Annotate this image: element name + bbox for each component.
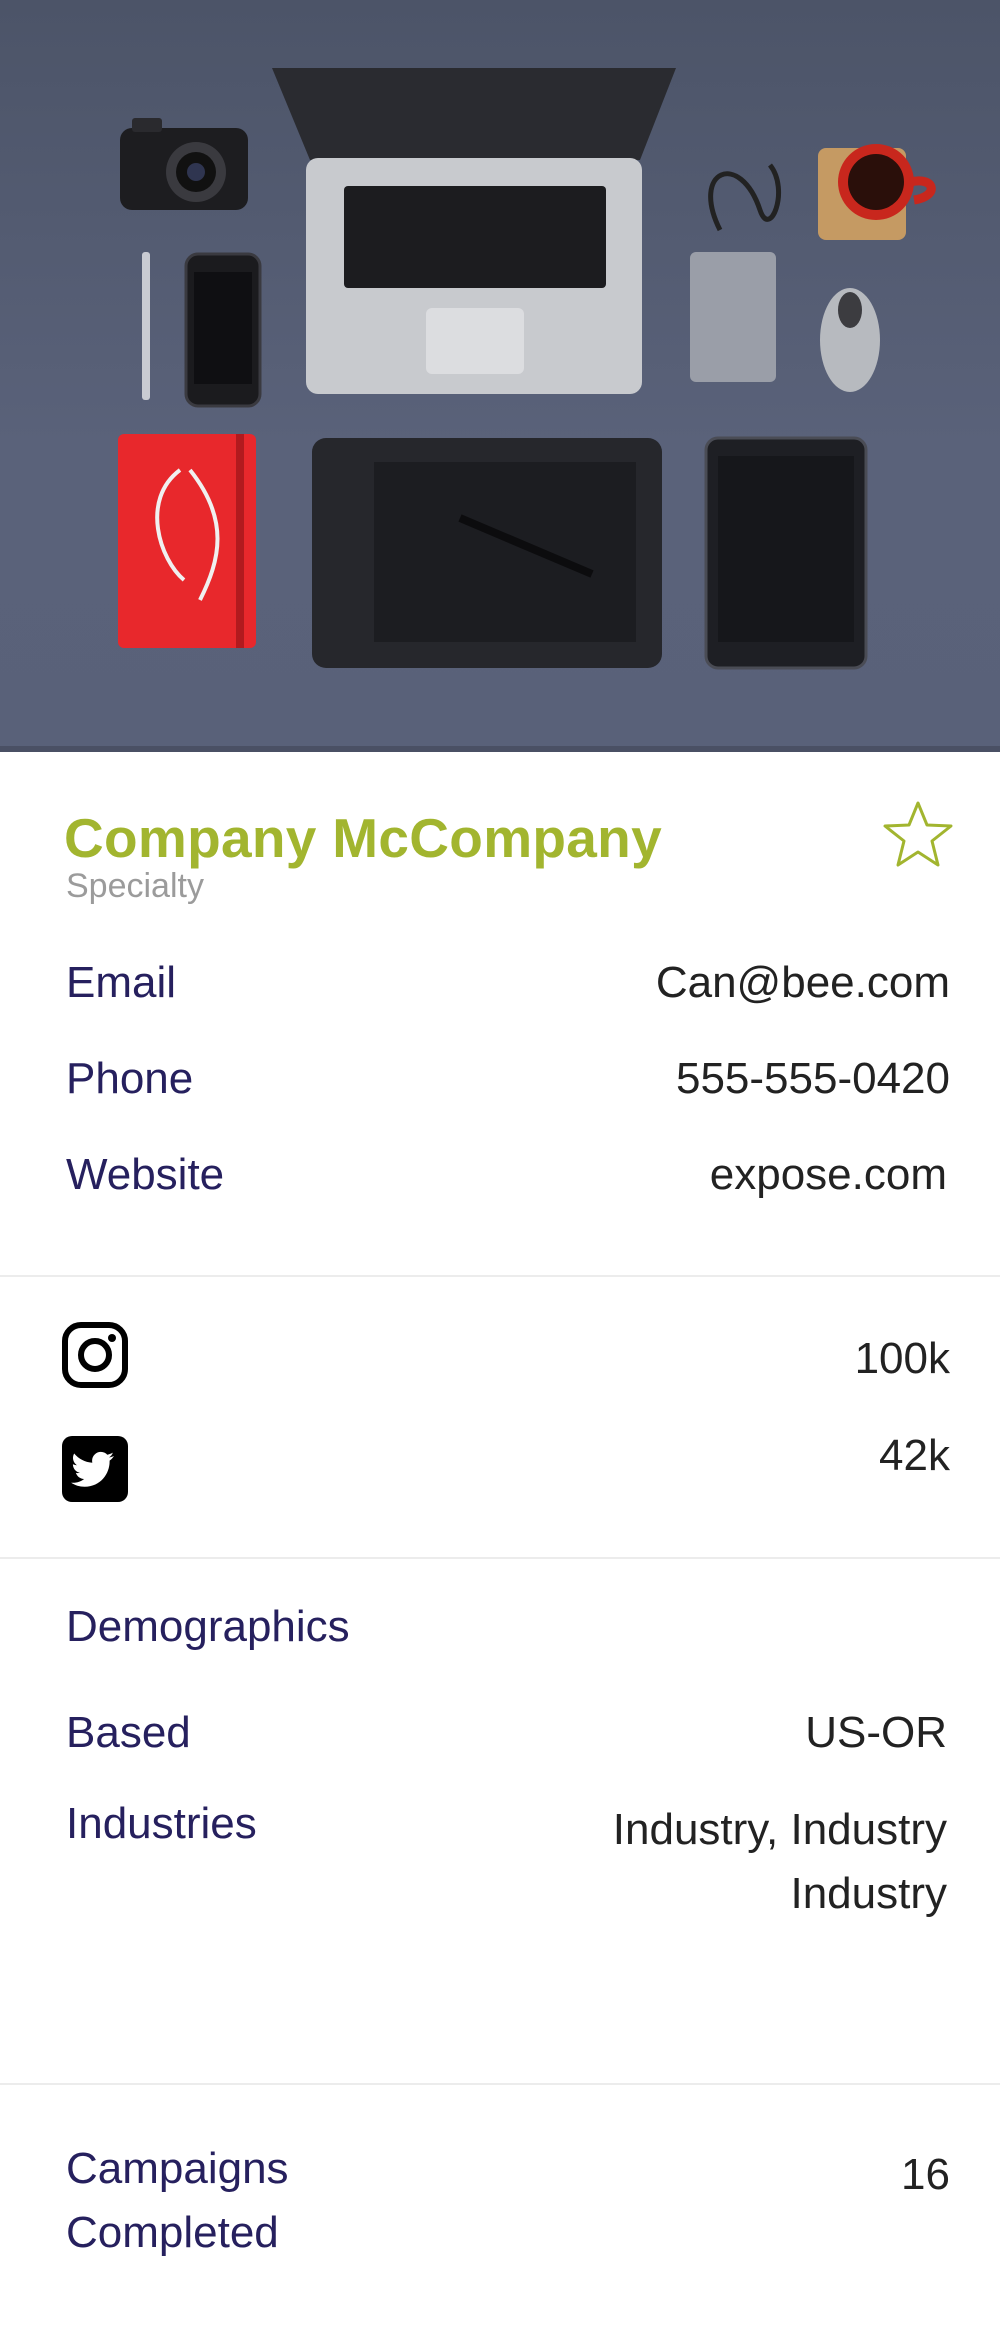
section-divider xyxy=(0,2083,1000,2085)
drawing-tablet xyxy=(312,438,662,668)
campaigns-label-line2: Completed xyxy=(66,2208,279,2257)
twitter-icon[interactable] xyxy=(62,1436,128,1502)
section-divider xyxy=(0,1275,1000,1277)
phone-label: Phone xyxy=(66,1054,194,1103)
laptop xyxy=(272,68,676,394)
phone-value[interactable]: 555-555-0420 xyxy=(676,1054,950,1104)
industries-value-line1: Industry, Industry xyxy=(612,1805,947,1854)
industries-label: Industries xyxy=(66,1799,257,1848)
twitter-count: 42k xyxy=(879,1431,950,1480)
based-label: Based xyxy=(66,1708,191,1757)
campaigns-label-line1: Campaigns xyxy=(66,2144,289,2193)
company-specialty: Specialty xyxy=(66,867,204,905)
hero-image xyxy=(0,0,1000,752)
notebook xyxy=(118,434,256,648)
tablet-device xyxy=(704,436,868,670)
instagram-icon[interactable] xyxy=(62,1322,128,1388)
website-value[interactable]: expose.com xyxy=(710,1150,947,1200)
instagram-count: 100k xyxy=(854,1334,950,1383)
hard-drive xyxy=(690,163,781,382)
demographics-heading: Demographics xyxy=(66,1602,350,1651)
based-value: US-OR xyxy=(805,1708,947,1757)
section-divider xyxy=(0,1557,1000,1559)
coffee-cup xyxy=(818,144,936,240)
email-label: Email xyxy=(66,958,177,1007)
industries-value-line2: Industry xyxy=(790,1869,947,1918)
mouse xyxy=(820,288,880,392)
campaigns-count: 16 xyxy=(901,2150,950,2199)
website-label: Website xyxy=(66,1150,225,1199)
smartphone xyxy=(184,252,262,408)
company-name: Company McCompany xyxy=(64,807,662,869)
email-value[interactable]: Can@bee.com xyxy=(656,958,950,1008)
desk-flatlay-illustration xyxy=(118,68,936,670)
pen xyxy=(142,252,150,400)
star-outline-icon[interactable] xyxy=(882,800,954,868)
camera xyxy=(120,118,248,210)
